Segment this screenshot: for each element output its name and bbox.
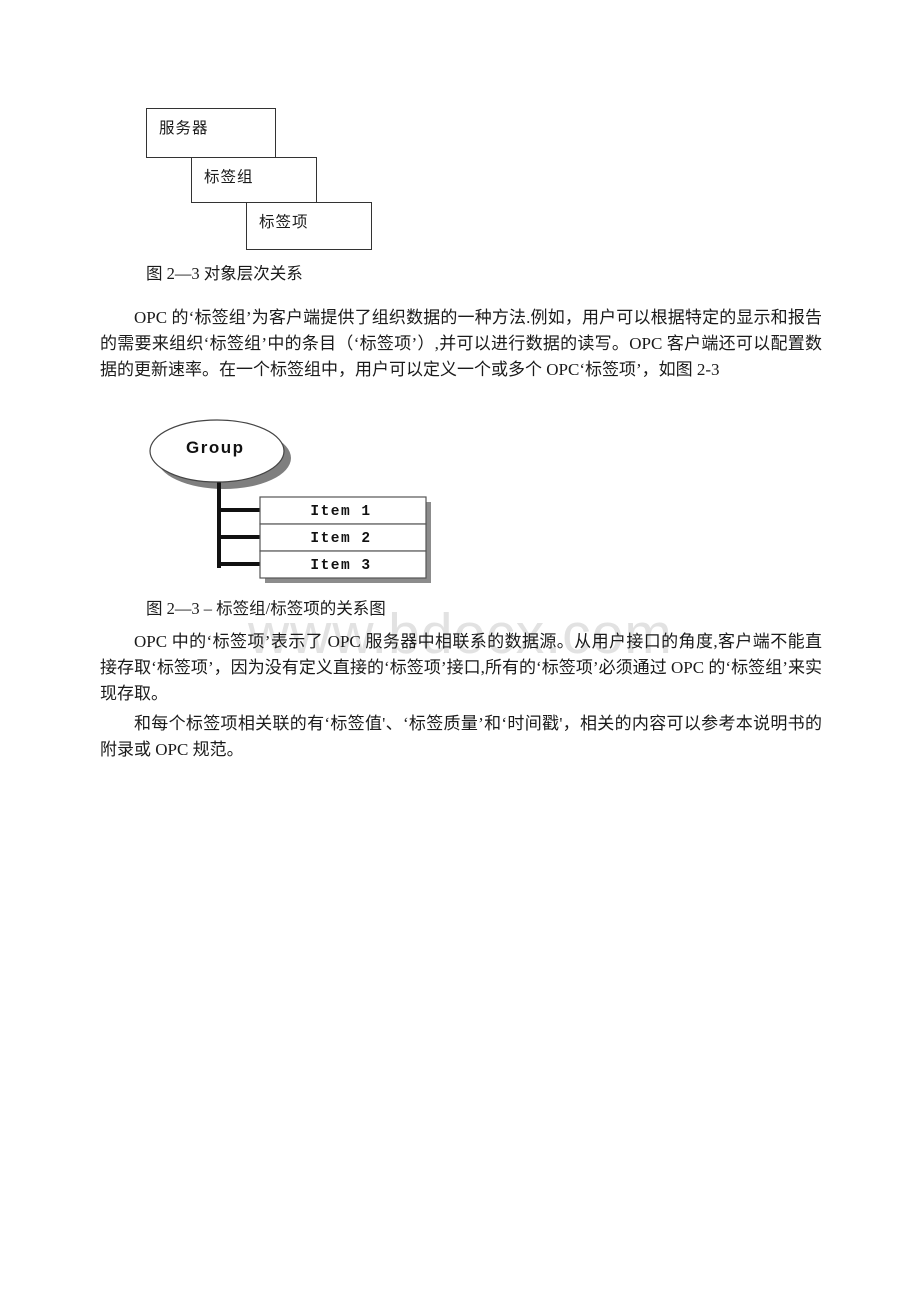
- group-item-relationship-diagram: Group Item 1 Item 2 Item 3: [0, 0, 920, 600]
- figure-caption-group-item: 图 2—3 – 标签组/标签项的关系图: [146, 599, 386, 618]
- document-page: www.bdocx.com 服务器 标签组 标签项 图 2—3 对象层次关系 O…: [0, 0, 920, 1302]
- paragraph-item-attributes: 和每个标签项相关联的有‘标签值'、‘标签质量’和‘时间戳'，相关的内容可以参考本…: [100, 714, 822, 759]
- figure-caption-hierarchy: 图 2—3 对象层次关系: [146, 264, 303, 283]
- item-box-3-label: Item 3: [310, 558, 372, 574]
- group-item-diagram-svg: [149, 419, 431, 583]
- group-ellipse-label: Group: [186, 438, 245, 457]
- paragraph-group-description: OPC 的‘标签组’为客户端提供了组织数据的一种方法.例如，用户可以根据特定的显…: [100, 308, 822, 379]
- paragraph-item-description: OPC 中的‘标签项’表示了 OPC 服务器中相联系的数据源。从用户接口的角度,…: [100, 632, 822, 703]
- item-box-2-label: Item 2: [310, 531, 372, 547]
- item-box-1-label: Item 1: [310, 504, 372, 520]
